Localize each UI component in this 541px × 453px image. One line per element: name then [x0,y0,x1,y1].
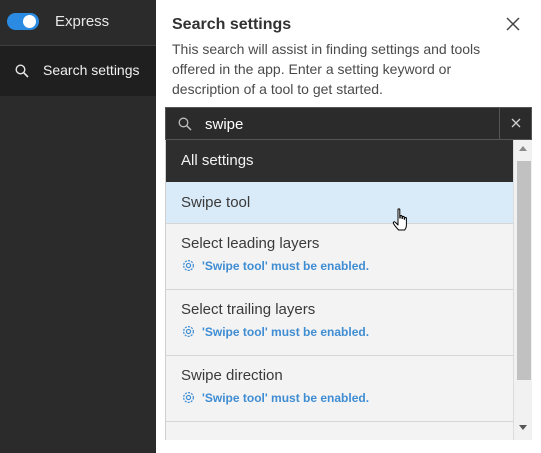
search-input[interactable] [205,113,495,135]
hand-pointer-cursor-icon [392,208,407,231]
panel-title: Search settings [172,16,292,33]
result-item-select-leading-layers[interactable]: Select leading layers 'Swipe tool' must … [166,224,514,290]
close-icon [506,17,520,31]
scroll-up-arrow-icon[interactable] [519,146,527,151]
panel-description: This search will assist in finding setti… [172,41,481,97]
result-item-label: Swipe direction [181,367,283,384]
gear-icon [183,326,194,337]
result-item-label: Select trailing layers [181,301,316,318]
search-results-dropdown: All settings Swipe tool Select leading l… [165,140,532,440]
search-settings-panel: Search settings This search will assist … [156,0,541,453]
sidebar: Express Search settings [0,0,156,453]
gear-icon [183,260,194,271]
sidebar-item-search-settings[interactable]: Search settings [0,46,156,96]
result-note-text: 'Swipe tool' must be enabled. [202,390,370,405]
result-item-note: 'Swipe tool' must be enabled. [181,258,514,273]
result-item-select-trailing-layers[interactable]: Select trailing layers 'Swipe tool' must… [166,290,514,356]
search-box [165,107,532,140]
sidebar-item-label: Search settings [43,62,140,78]
express-label: Express [55,13,110,30]
scroll-down-arrow-icon[interactable] [519,425,527,430]
toggle-knob [23,15,36,28]
express-toggle[interactable] [7,13,39,30]
result-item-partial[interactable] [166,422,514,440]
result-item-swipe-tool[interactable]: Swipe tool [166,182,514,224]
close-icon [511,118,521,128]
search-icon [15,64,29,78]
result-item-label: Select leading layers [181,235,320,252]
scroll-thumb[interactable] [517,161,531,380]
results-scrollbar[interactable] [513,140,532,440]
clear-search-button[interactable] [499,108,531,139]
results-header: All settings [166,140,514,182]
express-row: Express [0,0,156,46]
results-list: All settings Swipe tool Select leading l… [166,140,514,440]
result-note-text: 'Swipe tool' must be enabled. [202,258,370,273]
result-note-text: 'Swipe tool' must be enabled. [202,324,370,339]
result-item-note: 'Swipe tool' must be enabled. [181,390,514,405]
search-icon [178,117,192,131]
result-item-note: 'Swipe tool' must be enabled. [181,324,514,339]
gear-icon [183,392,194,403]
close-button[interactable] [503,14,523,34]
result-item-swipe-direction[interactable]: Swipe direction 'Swipe tool' must be ena… [166,356,514,422]
result-item-label: Swipe tool [181,194,251,211]
